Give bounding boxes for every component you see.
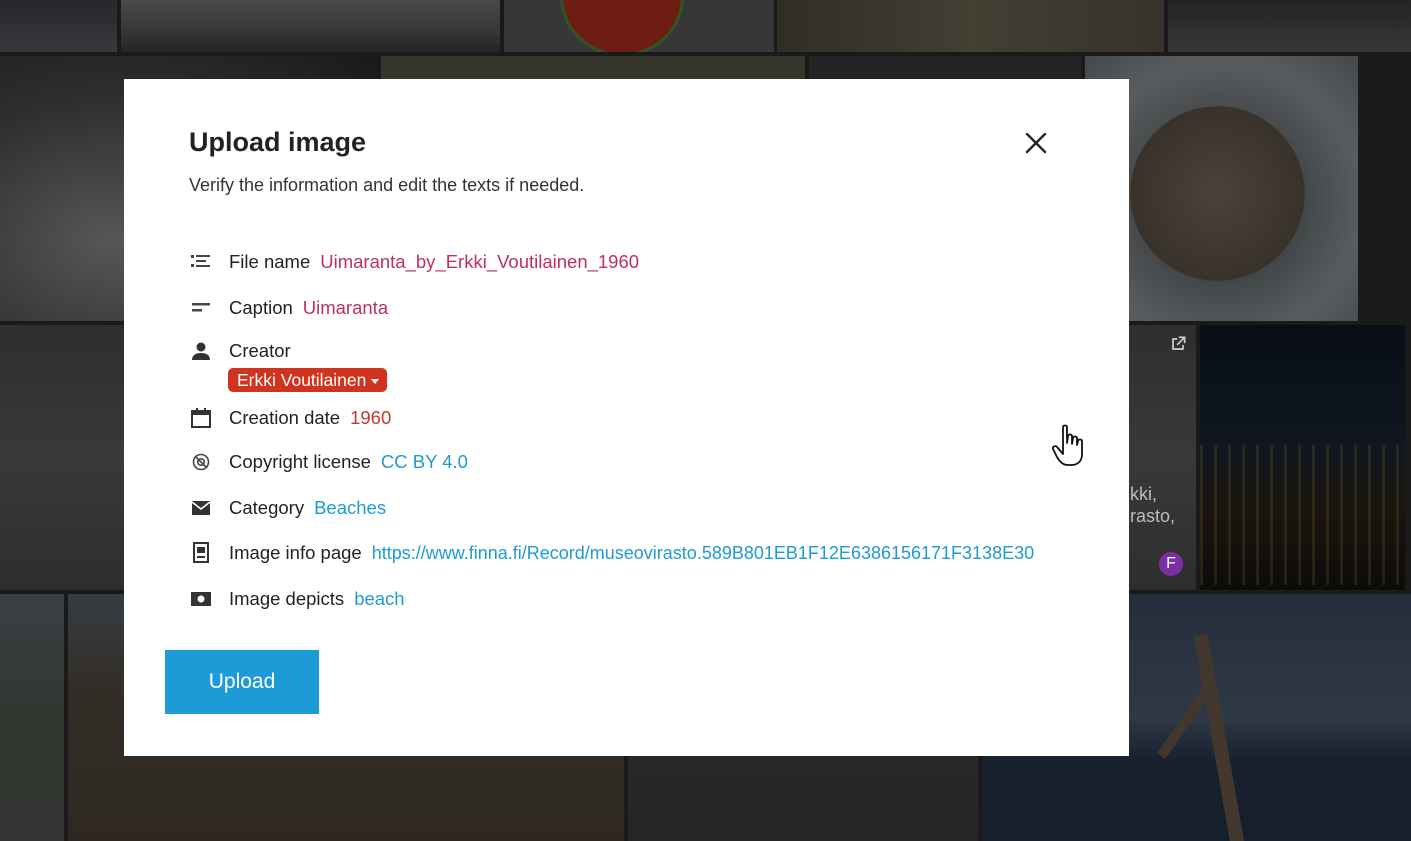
dialog-subtitle: Verify the information and edit the text… xyxy=(189,175,585,195)
file-name-value[interactable]: Uimaranta_by_Erkki_Voutilainen_1960 xyxy=(320,251,639,273)
copyright-license-label: Copyright license xyxy=(229,451,371,472)
photo-icon xyxy=(189,587,213,611)
list-icon xyxy=(189,250,213,274)
image-depicts-label: Image depicts xyxy=(229,588,345,609)
copyright-license-value[interactable]: CC BY 4.0 xyxy=(381,451,468,473)
creation-date-value[interactable]: 1960 xyxy=(350,407,391,429)
creation-date-row: Creation date 1960 xyxy=(189,405,391,431)
creation-date-label: Creation date xyxy=(229,407,341,428)
document-icon xyxy=(189,541,213,565)
image-depicts-value[interactable]: beach xyxy=(354,588,404,610)
caption-value[interactable]: Uimaranta xyxy=(303,297,388,319)
creator-dropdown[interactable]: Erkki Voutilainen xyxy=(228,368,388,392)
bg-photo-caption: kki, rasto, xyxy=(1130,484,1176,526)
calendar-icon xyxy=(189,406,213,430)
hand-cursor-icon xyxy=(1051,424,1083,466)
copyright-icon xyxy=(189,450,213,474)
image-info-page-label: Image info page xyxy=(229,542,362,563)
copyright-license-row: Copyright license CC BY 4.0 xyxy=(189,449,468,475)
upload-button[interactable]: Upload xyxy=(165,650,319,714)
image-info-page-link[interactable]: https://www.finna.fi/Record/museovirasto… xyxy=(372,543,1034,564)
caption-row: Caption Uimaranta xyxy=(189,295,388,321)
dialog-title: Upload image xyxy=(189,127,367,157)
file-name-row: File name Uimaranta_by_Erkki_Voutilainen… xyxy=(189,249,639,275)
creator-label: Creator xyxy=(229,340,291,361)
person-icon xyxy=(189,339,213,363)
file-name-label: File name xyxy=(229,251,311,272)
category-value[interactable]: Beaches xyxy=(314,497,386,519)
external-link-icon[interactable] xyxy=(1168,334,1188,354)
creator-value: Erkki Voutilainen xyxy=(237,370,367,390)
close-icon[interactable] xyxy=(1022,129,1050,157)
image-info-page-row: Image info page https://www.finna.fi/Rec… xyxy=(189,540,1034,566)
upload-dialog: Upload image Verify the information and … xyxy=(124,79,1129,756)
image-depicts-row: Image depicts beach xyxy=(189,586,405,612)
envelope-icon xyxy=(189,496,213,520)
short-text-icon xyxy=(189,296,213,320)
avatar[interactable]: F xyxy=(1159,552,1183,576)
caption-label: Caption xyxy=(229,297,293,318)
caret-down-icon xyxy=(371,378,380,384)
category-label: Category xyxy=(229,497,305,518)
creator-row: Creator xyxy=(189,338,301,364)
category-row: Category Beaches xyxy=(189,495,386,521)
